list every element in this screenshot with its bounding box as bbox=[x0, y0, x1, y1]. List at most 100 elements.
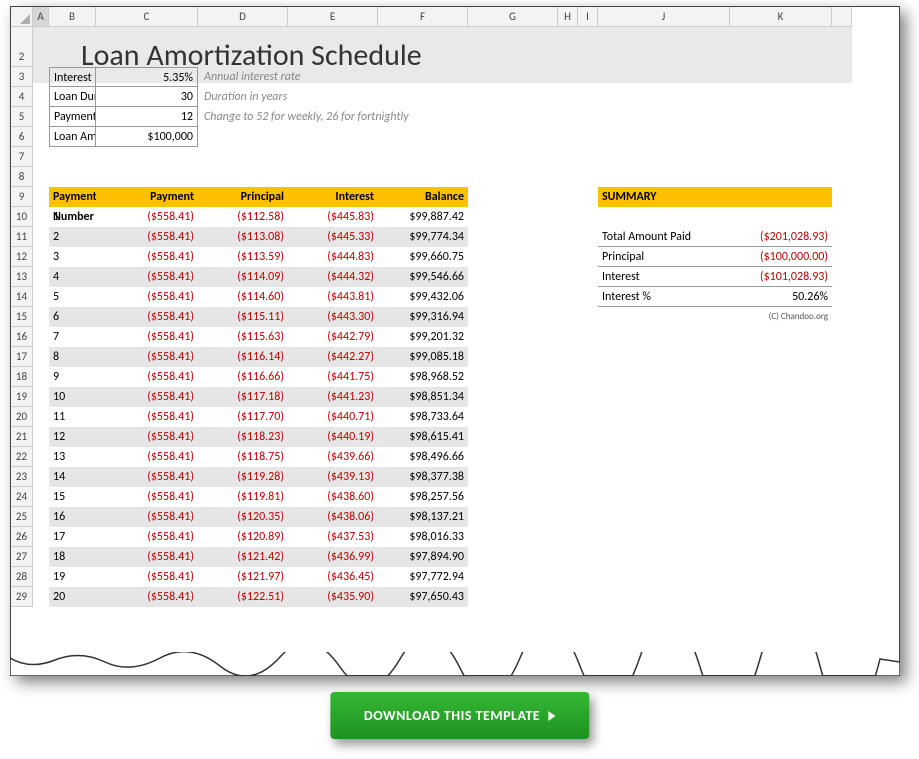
payment-number: 7 bbox=[49, 327, 96, 347]
balance-value: $98,257.56 bbox=[378, 487, 468, 507]
col-header-J[interactable]: J bbox=[598, 7, 730, 27]
principal-value: ($115.11) bbox=[198, 307, 288, 327]
spreadsheet-window: ABCDEFGHIJK1Loan Amortization Schedule23… bbox=[10, 6, 900, 676]
row-header-7[interactable]: 7 bbox=[11, 147, 33, 167]
principal-value: ($119.28) bbox=[198, 467, 288, 487]
summary-int-label: Interest bbox=[598, 267, 730, 287]
download-template-button[interactable]: DOWNLOAD THIS TEMPLATE bbox=[330, 692, 589, 739]
payment-number: 12 bbox=[49, 427, 96, 447]
balance-value: $97,894.90 bbox=[378, 547, 468, 567]
row-header-3[interactable]: 3 bbox=[11, 67, 33, 87]
balance-value: $98,137.21 bbox=[378, 507, 468, 527]
payment-number: 14 bbox=[49, 467, 96, 487]
row-header-4[interactable]: 4 bbox=[11, 87, 33, 107]
row-header-14[interactable]: 14 bbox=[11, 287, 33, 307]
payment-number: 11 bbox=[49, 407, 96, 427]
row-header-27[interactable]: 27 bbox=[11, 547, 33, 567]
amount-input[interactable]: $100,000 bbox=[96, 127, 198, 147]
row-header-6[interactable]: 6 bbox=[11, 127, 33, 147]
row-header-21[interactable]: 21 bbox=[11, 427, 33, 447]
interest-value: ($442.27) bbox=[288, 347, 378, 367]
payment-number: 6 bbox=[49, 307, 96, 327]
interest-value: ($443.81) bbox=[288, 287, 378, 307]
interest-value: ($442.79) bbox=[288, 327, 378, 347]
payment-value: ($558.41) bbox=[96, 527, 198, 547]
row-header-20[interactable]: 20 bbox=[11, 407, 33, 427]
col-balance: Balance bbox=[378, 187, 468, 207]
col-principal: Principal bbox=[198, 187, 288, 207]
col-header-C[interactable]: C bbox=[96, 7, 198, 27]
row-header-10[interactable]: 10 bbox=[11, 207, 33, 227]
interest-value: ($436.45) bbox=[288, 567, 378, 587]
payment-number: 19 bbox=[49, 567, 96, 587]
row-header-17[interactable]: 17 bbox=[11, 347, 33, 367]
payment-value: ($558.41) bbox=[96, 487, 198, 507]
col-header-blank[interactable] bbox=[832, 7, 852, 27]
row-header-24[interactable]: 24 bbox=[11, 487, 33, 507]
principal-value: ($118.75) bbox=[198, 447, 288, 467]
rate-hint: Annual interest rate bbox=[198, 67, 558, 87]
rate-label: Interest Rate (APR) bbox=[49, 67, 96, 87]
row-header-28[interactable]: 28 bbox=[11, 567, 33, 587]
summary-pct-value: 50.26% bbox=[730, 287, 832, 307]
payment-value: ($558.41) bbox=[96, 227, 198, 247]
ppy-label: Payments per year bbox=[49, 107, 96, 127]
col-header-F[interactable]: F bbox=[378, 7, 468, 27]
row-header-9[interactable]: 9 bbox=[11, 187, 33, 207]
principal-value: ($121.42) bbox=[198, 547, 288, 567]
row-header-15[interactable]: 15 bbox=[11, 307, 33, 327]
payment-value: ($558.41) bbox=[96, 287, 198, 307]
principal-value: ($116.14) bbox=[198, 347, 288, 367]
col-header-G[interactable]: G bbox=[468, 7, 558, 27]
payment-value: ($558.41) bbox=[96, 407, 198, 427]
principal-value: ($113.59) bbox=[198, 247, 288, 267]
row-header-2[interactable]: 2 bbox=[11, 47, 33, 67]
row-header-22[interactable]: 22 bbox=[11, 447, 33, 467]
col-header-E[interactable]: E bbox=[288, 7, 378, 27]
interest-value: ($445.83) bbox=[288, 207, 378, 227]
interest-value: ($438.60) bbox=[288, 487, 378, 507]
interest-value: ($437.53) bbox=[288, 527, 378, 547]
ppy-input[interactable]: 12 bbox=[96, 107, 198, 127]
row-header-25[interactable]: 25 bbox=[11, 507, 33, 527]
balance-value: $99,546.66 bbox=[378, 267, 468, 287]
amount-label: Loan Amount bbox=[49, 127, 96, 147]
interest-value: ($439.13) bbox=[288, 467, 378, 487]
row-header-11[interactable]: 11 bbox=[11, 227, 33, 247]
row-header-5[interactable]: 5 bbox=[11, 107, 33, 127]
payment-value: ($558.41) bbox=[96, 307, 198, 327]
col-header-K[interactable]: K bbox=[730, 7, 832, 27]
row-header-12[interactable]: 12 bbox=[11, 247, 33, 267]
row-header-8[interactable]: 8 bbox=[11, 167, 33, 187]
principal-value: ($116.66) bbox=[198, 367, 288, 387]
row-header-29[interactable]: 29 bbox=[11, 587, 33, 607]
col-header-H[interactable]: H bbox=[558, 7, 578, 27]
copyright-text: (C) Chandoo.org bbox=[598, 307, 832, 327]
row-header-19[interactable]: 19 bbox=[11, 387, 33, 407]
duration-input[interactable]: 30 bbox=[96, 87, 198, 107]
payment-number: 13 bbox=[49, 447, 96, 467]
row-header-26[interactable]: 26 bbox=[11, 527, 33, 547]
principal-value: ($114.09) bbox=[198, 267, 288, 287]
row-header-18[interactable]: 18 bbox=[11, 367, 33, 387]
row-header-13[interactable]: 13 bbox=[11, 267, 33, 287]
col-header-D[interactable]: D bbox=[198, 7, 288, 27]
row-header-23[interactable]: 23 bbox=[11, 467, 33, 487]
rate-input[interactable]: 5.35% bbox=[96, 67, 198, 87]
payment-number: 3 bbox=[49, 247, 96, 267]
balance-value: $98,733.64 bbox=[378, 407, 468, 427]
payment-number: 15 bbox=[49, 487, 96, 507]
payment-value: ($558.41) bbox=[96, 547, 198, 567]
col-header-I[interactable]: I bbox=[578, 7, 598, 27]
col-header-A[interactable]: A bbox=[33, 7, 49, 27]
payment-value: ($558.41) bbox=[96, 587, 198, 607]
duration-hint: Duration in years bbox=[198, 87, 558, 107]
interest-value: ($436.99) bbox=[288, 547, 378, 567]
payment-number: 8 bbox=[49, 347, 96, 367]
col-header-B[interactable]: B bbox=[49, 7, 96, 27]
row-header-16[interactable]: 16 bbox=[11, 327, 33, 347]
principal-value: ($112.58) bbox=[198, 207, 288, 227]
select-all-triangle[interactable] bbox=[11, 7, 33, 27]
summary-prin-value: ($100,000.00) bbox=[730, 247, 832, 267]
summary-tap-value: ($201,028.93) bbox=[730, 227, 832, 247]
